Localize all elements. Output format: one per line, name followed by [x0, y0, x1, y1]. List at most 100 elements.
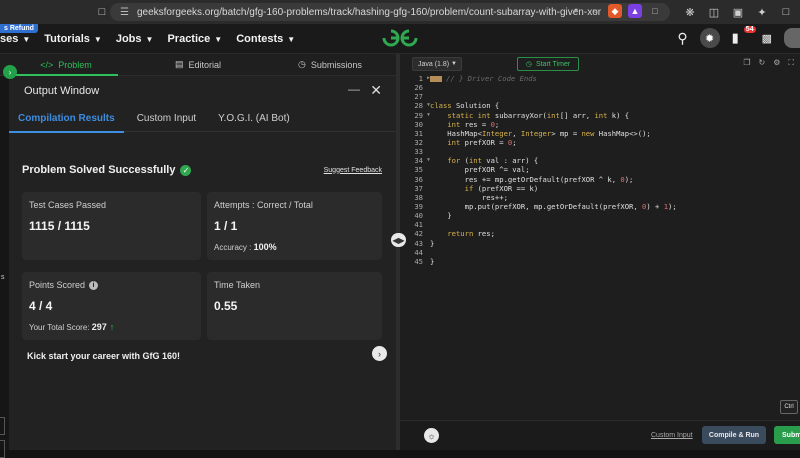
problem-tabs: </> Problem ▤ Editorial ◷ Submissions	[0, 54, 396, 76]
fullscreen-icon[interactable]: ⛶	[788, 58, 794, 68]
compile-run-button[interactable]: Compile & Run	[702, 426, 766, 444]
translate-icon[interactable]: ▩	[762, 32, 772, 45]
submit-button[interactable]: Subm	[774, 426, 800, 444]
start-timer-button[interactable]: ◷ Start Timer	[517, 57, 579, 71]
output-window-header: Output Window — ✕	[9, 76, 396, 106]
extensions-icon[interactable]: ❋	[682, 4, 698, 20]
theme-toggle-icon[interactable]: ✹	[699, 28, 720, 48]
result-status-row: Problem Solved Successfully ✓ Suggest Fe…	[22, 164, 382, 176]
search-icon[interactable]: ⚲	[677, 30, 687, 47]
nav-practice[interactable]: Practice ▼	[167, 33, 222, 45]
tab-editorial[interactable]: ▤ Editorial	[132, 54, 264, 75]
gfg-logo-icon[interactable]	[381, 27, 419, 49]
collapsed-side-panel: s	[0, 76, 9, 458]
close-icon[interactable]: ✕	[370, 82, 382, 99]
line-number: 34 ▼	[414, 156, 430, 166]
install-app-icon[interactable]: ↗	[568, 4, 582, 18]
side-control-2[interactable]	[0, 440, 5, 458]
code-line: static int subarrayXor(int[] arr, int k)…	[447, 110, 630, 120]
refund-badge[interactable]: s Refund	[0, 24, 38, 33]
arrow-up-icon: ↑	[109, 322, 115, 332]
site-settings-icon[interactable]: ☰	[120, 7, 129, 18]
main-nav: ses ▼ Tutorials ▼ Jobs ▼ Practice ▼ Contests…	[0, 33, 309, 45]
site-header: s Refund ses ▼ Tutorials ▼ Jobs ▼ Practice ▼…	[0, 24, 800, 54]
code-editor[interactable]: // } Driver Code Ends class Solution { s…	[430, 74, 800, 409]
info-icon[interactable]: i	[89, 280, 99, 290]
wallet-icon[interactable]: ▣	[730, 4, 746, 20]
minimize-icon[interactable]: —	[348, 82, 360, 96]
expand-arrow-icon[interactable]: ›	[3, 65, 17, 79]
tab-compilation-results[interactable]: Compilation Results	[9, 106, 124, 133]
line-number: 45	[414, 256, 423, 266]
line-number: 38	[414, 192, 423, 202]
total-score: Your Total Score: 297 ↑	[29, 322, 115, 332]
browser-toolbar: □ ☰ geeksforgeeks.org/batch/gfg-160-prob…	[0, 0, 800, 24]
time-card: Time Taken 0.55	[207, 272, 382, 340]
points-card: Points Scored i 4 / 4 Your Total Score: 2…	[22, 272, 201, 340]
code-line: HashMap<Integer, Integer> mp = new HashM…	[430, 128, 651, 138]
brave-shield-icon[interactable]: ◆	[608, 4, 622, 18]
resize-handle-icon[interactable]: ◀▶	[391, 233, 406, 247]
window-icon[interactable]: □	[778, 4, 794, 20]
nav-tutorials[interactable]: Tutorials ▼	[44, 33, 102, 45]
code-line: res++;	[430, 192, 508, 202]
clock-icon: ◷	[298, 59, 306, 69]
chevron-down-icon: ▼	[451, 61, 457, 67]
tab-yogi-ai-bot[interactable]: Y.O.G.I. (AI Bot)	[209, 106, 299, 132]
promo-text: Kick start your career with GfG 160!	[27, 351, 181, 361]
time-label: Time Taken	[214, 280, 261, 290]
line-number: 35	[414, 165, 423, 175]
code-line: res += mp.getOrDefault(prefXOR ^ k, 0);	[430, 174, 634, 184]
tab-problem[interactable]: </> Problem	[0, 54, 132, 76]
copy-icon[interactable]: ❐	[743, 58, 750, 68]
line-number: 36	[414, 174, 423, 184]
settings-icon[interactable]: ⚙	[773, 58, 780, 68]
code-line: // } Driver Code Ends	[430, 74, 800, 83]
line-number: 1 ▶	[418, 74, 430, 83]
code-line: return res;	[447, 229, 495, 239]
code-icon: </>	[40, 59, 54, 70]
line-number: 31	[414, 128, 423, 138]
nav-jobs[interactable]: Jobs ▼	[116, 33, 154, 45]
code-line: if (prefXOR == k)	[464, 183, 539, 193]
folded-region-marker[interactable]	[430, 76, 442, 82]
line-number: 33	[414, 147, 423, 157]
avatar[interactable]	[784, 28, 800, 48]
ctrl-key-hint[interactable]: Ctrl	[780, 400, 798, 414]
line-number: 29 ▼	[414, 110, 430, 120]
tab-submissions[interactable]: ◷ Submissions	[264, 54, 396, 75]
rss-icon[interactable]: ≈	[588, 4, 602, 18]
tab-custom-input[interactable]: Custom Input	[128, 106, 205, 132]
check-circle-icon: ✓	[180, 164, 192, 176]
accuracy-value: 100%	[253, 242, 277, 252]
line-number: 44	[414, 247, 423, 257]
side-control-1[interactable]	[0, 417, 5, 435]
document-icon: ▤	[174, 59, 184, 69]
menu-dropdown-icon[interactable]: □	[648, 4, 662, 18]
translate-icon[interactable]: ✦	[754, 4, 770, 20]
bookmark-icon[interactable]: □	[94, 4, 110, 20]
suggest-feedback-link[interactable]: Suggest Feedback	[324, 167, 382, 174]
brave-rewards-icon[interactable]: ▲	[628, 4, 642, 18]
sidebar-icon[interactable]: ◫	[706, 4, 722, 20]
chevron-down-icon: ▼	[214, 34, 223, 44]
line-number: 30	[414, 119, 423, 129]
chevron-right-icon[interactable]: ›	[372, 346, 387, 361]
notification-bell-icon[interactable]: ▮ 54	[732, 26, 756, 47]
language-select[interactable]: Java (1.8) ▼	[412, 57, 462, 71]
test-cases-card: Test Cases Passed 1115 / 1115	[22, 192, 201, 260]
code-line: }	[430, 256, 435, 266]
custom-input-link[interactable]: Custom Input	[651, 432, 693, 439]
nav-contests[interactable]: Contests ▼	[236, 33, 295, 45]
code-line: for (int val : arr) {	[447, 156, 539, 166]
line-number: 37	[414, 183, 423, 193]
nav-courses[interactable]: ses ▼	[0, 33, 30, 45]
lightbulb-icon[interactable]: ☼	[424, 428, 439, 443]
address-bar[interactable]: ☰ geeksforgeeks.org/batch/gfg-160-proble…	[110, 3, 670, 21]
line-number: 41	[414, 220, 423, 230]
code-line: }	[430, 211, 452, 221]
test-cases-label: Test Cases Passed	[29, 200, 107, 210]
reset-icon[interactable]: ↻	[759, 58, 766, 68]
side-letter: s	[1, 274, 5, 281]
